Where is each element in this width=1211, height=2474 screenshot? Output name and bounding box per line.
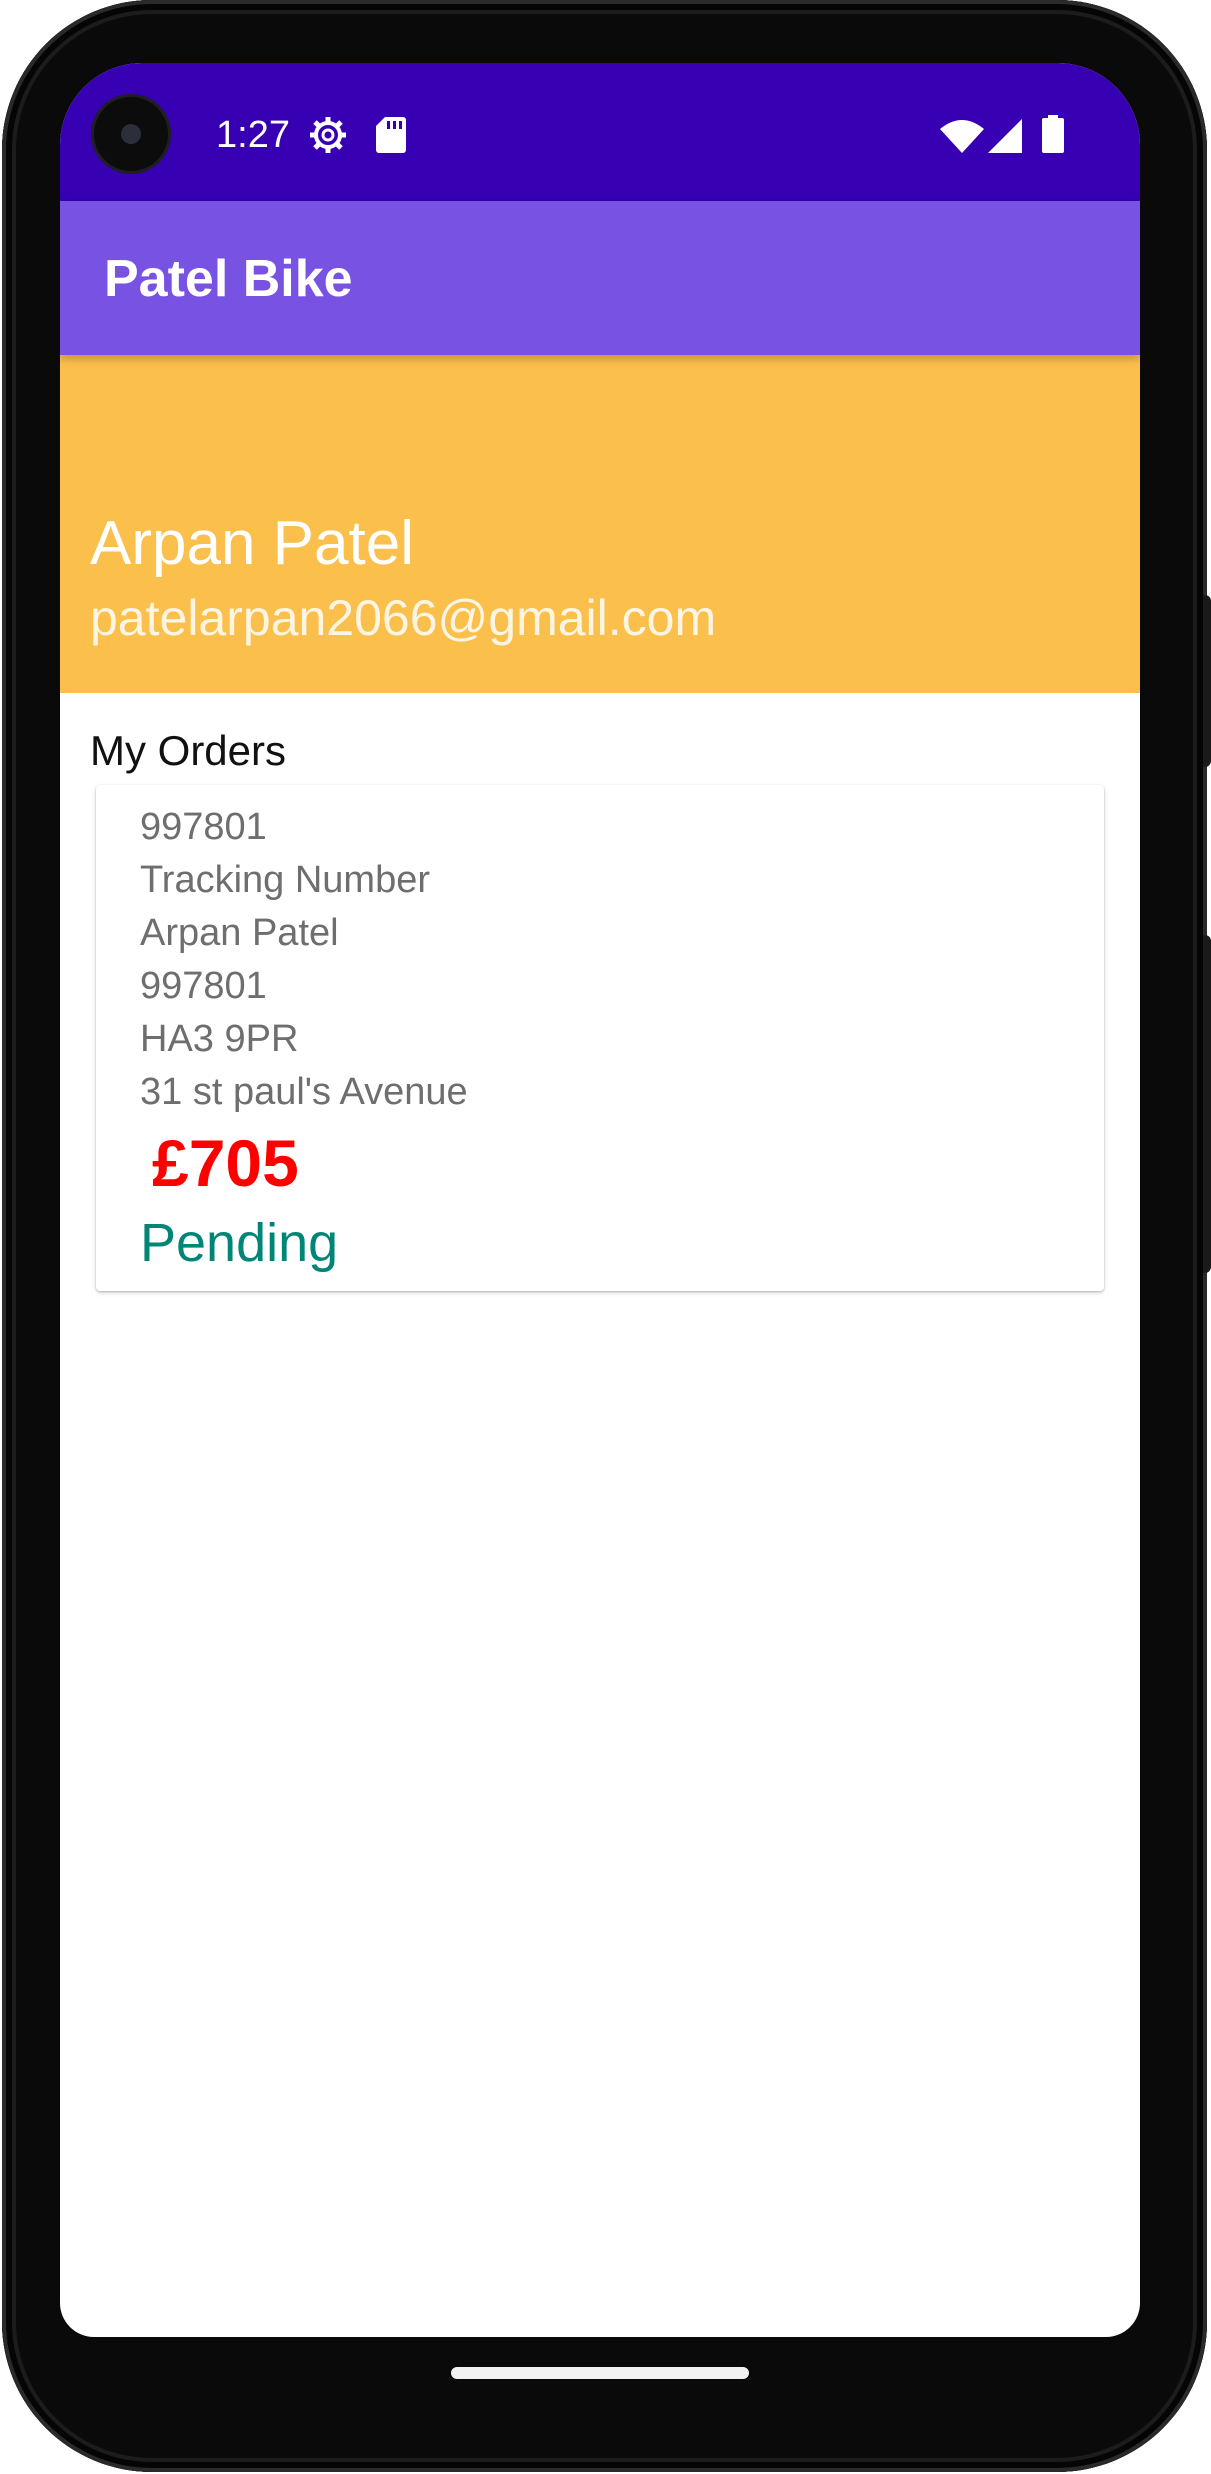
tracking-label: Tracking Number xyxy=(140,859,431,901)
orders-heading: My Orders xyxy=(90,727,287,774)
order-price: £705 xyxy=(152,1126,299,1200)
tracking-number: 997801 xyxy=(140,965,267,1007)
wifi-icon xyxy=(940,120,984,153)
status-time: 1:27 xyxy=(216,114,290,156)
postcode: HA3 9PR xyxy=(140,1018,299,1060)
customer-name: Arpan Patel xyxy=(140,912,339,954)
front-camera xyxy=(94,97,168,171)
profile-name: Arpan Patel xyxy=(90,509,414,578)
home-indicator[interactable] xyxy=(451,2367,749,2379)
profile-header: Arpan Patel patelarpan2066@gmail.com xyxy=(60,355,1140,693)
sd-card-icon xyxy=(376,117,406,153)
screen: 1:27 Patel Bike Arpan Patel patelarpan20… xyxy=(60,63,1140,2337)
order-card[interactable]: 997801 Tracking Number Arpan Patel 99780… xyxy=(96,785,1104,1291)
order-id: 997801 xyxy=(140,806,267,848)
cell-signal-icon xyxy=(988,119,1022,153)
profile-email: patelarpan2066@gmail.com xyxy=(90,590,717,646)
volume-button xyxy=(1203,935,1211,1273)
settings-icon xyxy=(310,117,346,153)
battery-icon xyxy=(1042,115,1064,153)
app-bar: Patel Bike xyxy=(60,201,1140,355)
order-status: Pending xyxy=(140,1213,339,1273)
status-bar: 1:27 xyxy=(60,63,1140,201)
power-button xyxy=(1203,595,1211,767)
address: 31 st paul's Avenue xyxy=(140,1071,468,1113)
app-title: Patel Bike xyxy=(104,250,353,308)
